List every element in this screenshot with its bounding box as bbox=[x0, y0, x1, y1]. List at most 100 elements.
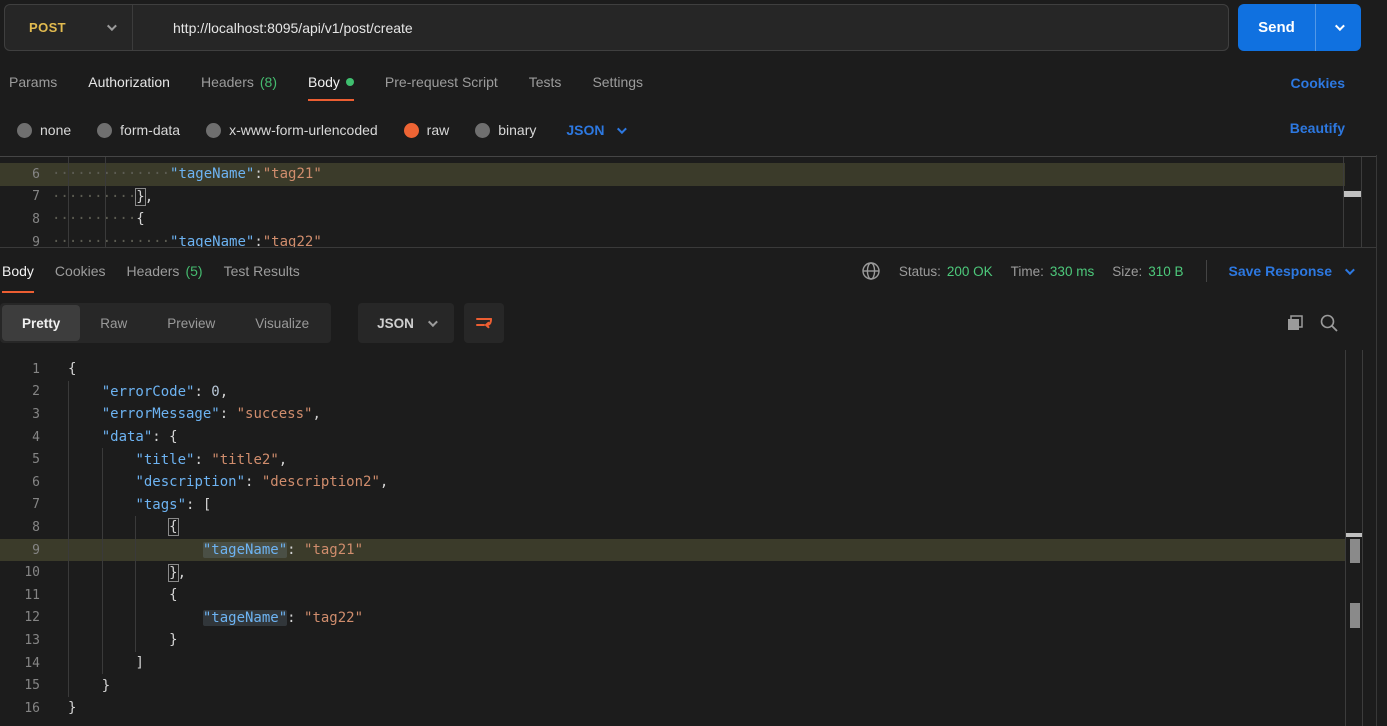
line-content: "data": { bbox=[68, 429, 178, 445]
body-type-form-data[interactable]: form-data bbox=[97, 122, 180, 138]
code-line[interactable]: 8··········{ bbox=[0, 208, 1345, 231]
response-tab-cookies[interactable]: Cookies bbox=[55, 248, 106, 294]
line-number: 8 bbox=[0, 212, 40, 227]
code-line[interactable]: 3 "errorMessage": "success", bbox=[0, 403, 1345, 426]
code-token: "tag21" bbox=[263, 166, 322, 182]
code-line[interactable]: 9··············"tageName":"tag22" bbox=[0, 231, 1345, 247]
code-token bbox=[68, 429, 102, 445]
view-visualize[interactable]: Visualize bbox=[235, 305, 329, 341]
scrollbar-thumb[interactable] bbox=[1344, 191, 1361, 197]
beautify-link[interactable]: Beautify bbox=[1290, 120, 1345, 136]
tab-headers[interactable]: Headers(8) bbox=[201, 62, 277, 102]
body-type-x-www-form-urlencoded[interactable]: x-www-form-urlencoded bbox=[206, 122, 378, 138]
code-line[interactable]: 5 "title": "title2", bbox=[0, 448, 1345, 471]
response-body-editor[interactable]: 1{2 "errorCode": 0,3 "errorMessage": "su… bbox=[0, 350, 1376, 726]
cookies-link[interactable]: Cookies bbox=[1291, 75, 1345, 91]
save-response-button[interactable]: Save Response bbox=[1229, 263, 1353, 279]
body-type-raw[interactable]: raw bbox=[404, 122, 450, 138]
body-type-binary[interactable]: binary bbox=[475, 122, 536, 138]
copy-icon[interactable] bbox=[1285, 313, 1305, 333]
body-type-label: x-www-form-urlencoded bbox=[229, 122, 378, 138]
send-button-label[interactable]: Send bbox=[1238, 4, 1316, 51]
response-format-dropdown[interactable]: JSON bbox=[358, 303, 454, 343]
code-line[interactable]: 7··········}, bbox=[0, 186, 1345, 209]
response-tab-headers[interactable]: Headers(5) bbox=[127, 248, 203, 294]
line-number: 9 bbox=[0, 543, 40, 558]
tab-label: Headers bbox=[201, 74, 254, 90]
code-token: 0 bbox=[211, 384, 219, 400]
tab-pre-request-script[interactable]: Pre-request Script bbox=[385, 62, 498, 102]
indent-guide bbox=[68, 157, 69, 247]
tab-settings[interactable]: Settings bbox=[592, 62, 643, 102]
radio-icon[interactable] bbox=[404, 123, 419, 138]
code-line[interactable]: 2 "errorCode": 0, bbox=[0, 381, 1345, 404]
body-type-none[interactable]: none bbox=[17, 122, 71, 138]
code-token: : bbox=[186, 497, 203, 513]
code-token: "tag22" bbox=[263, 234, 322, 247]
code-token: "description2" bbox=[262, 474, 380, 490]
code-line[interactable]: 13 } bbox=[0, 629, 1345, 652]
save-response-chevron-icon[interactable] bbox=[1345, 265, 1355, 275]
body-type-label: none bbox=[40, 122, 71, 138]
line-content: ] bbox=[68, 655, 144, 671]
code-line[interactable]: 14 ] bbox=[0, 652, 1345, 675]
code-line[interactable]: 10 }, bbox=[0, 561, 1345, 584]
response-editor-scrollbar[interactable] bbox=[1362, 350, 1363, 726]
code-line[interactable]: 4 "data": { bbox=[0, 426, 1345, 449]
method-chevron-icon[interactable] bbox=[107, 21, 117, 31]
line-content: ··············"tageName":"tag22" bbox=[52, 234, 322, 247]
code-line[interactable]: 1{ bbox=[0, 358, 1345, 381]
code-line[interactable]: 15 } bbox=[0, 674, 1345, 697]
response-editor-scrollbar[interactable] bbox=[1345, 350, 1346, 726]
view-pretty[interactable]: Pretty bbox=[2, 305, 80, 341]
method-dropdown[interactable]: POST bbox=[5, 5, 133, 50]
tab-params[interactable]: Params bbox=[9, 62, 57, 102]
tab-authorization[interactable]: Authorization bbox=[88, 62, 170, 102]
view-raw[interactable]: Raw bbox=[80, 305, 147, 341]
radio-icon[interactable] bbox=[475, 123, 490, 138]
code-line[interactable]: 12 "tageName": "tag22" bbox=[0, 607, 1345, 630]
code-line[interactable]: 9 "tageName": "tag21" bbox=[0, 539, 1345, 562]
status-indicator: Status: 200 OK bbox=[899, 264, 993, 279]
request-editor-scrollbar[interactable] bbox=[1361, 157, 1362, 247]
search-icon[interactable] bbox=[1319, 313, 1339, 333]
code-token: "errorCode" bbox=[102, 384, 195, 400]
code-line[interactable]: 11 { bbox=[0, 584, 1345, 607]
url-input[interactable]: http://localhost:8095/api/v1/post/create bbox=[173, 20, 413, 36]
divider bbox=[1206, 260, 1207, 282]
request-body-editor[interactable]: 6··············"tageName":"tag21"7······… bbox=[0, 157, 1376, 247]
format-label: JSON bbox=[566, 122, 604, 138]
send-button[interactable]: Send bbox=[1238, 4, 1361, 51]
radio-icon[interactable] bbox=[206, 123, 221, 138]
radio-icon[interactable] bbox=[17, 123, 32, 138]
tab-label: Params bbox=[9, 74, 57, 90]
code-token: : bbox=[245, 474, 262, 490]
code-line[interactable]: 6··············"tageName":"tag21" bbox=[0, 163, 1345, 186]
line-number: 13 bbox=[0, 633, 40, 648]
tab-tests[interactable]: Tests bbox=[529, 62, 562, 102]
response-tab-test-results[interactable]: Test Results bbox=[224, 248, 300, 294]
radio-icon[interactable] bbox=[97, 123, 112, 138]
format-dropdown[interactable]: JSON bbox=[566, 122, 623, 138]
wrap-text-button[interactable] bbox=[464, 303, 504, 343]
code-token: , bbox=[220, 384, 228, 400]
view-preview[interactable]: Preview bbox=[147, 305, 235, 341]
format-chevron-icon bbox=[428, 317, 438, 327]
code-line[interactable]: 8 { bbox=[0, 516, 1345, 539]
scrollbar-thumb[interactable] bbox=[1346, 533, 1362, 537]
tab-label: Test Results bbox=[224, 263, 300, 279]
globe-icon bbox=[861, 261, 881, 281]
code-line[interactable]: 6 "description": "description2", bbox=[0, 471, 1345, 494]
tab-label: Headers bbox=[127, 263, 180, 279]
url-bar[interactable]: POST http://localhost:8095/api/v1/post/c… bbox=[4, 4, 1229, 51]
line-number: 3 bbox=[0, 407, 40, 422]
response-tab-body[interactable]: Body bbox=[2, 248, 34, 294]
code-line[interactable]: 16} bbox=[0, 697, 1345, 720]
code-line[interactable]: 7 "tags": [ bbox=[0, 494, 1345, 517]
request-editor-scrollbar[interactable] bbox=[1343, 157, 1344, 247]
tab-body[interactable]: Body bbox=[308, 62, 354, 102]
code-token bbox=[68, 406, 102, 422]
code-token: ] bbox=[135, 655, 143, 671]
line-number: 10 bbox=[0, 565, 40, 580]
send-options[interactable] bbox=[1316, 4, 1361, 51]
